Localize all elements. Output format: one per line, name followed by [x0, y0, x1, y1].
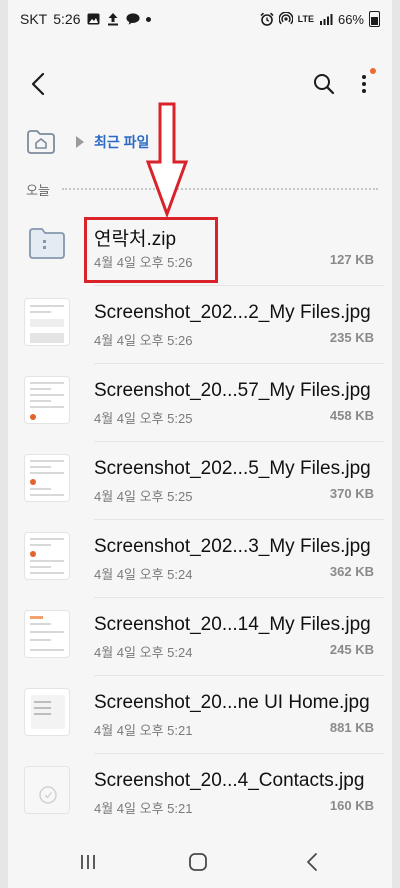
screenshot-thumbnail: [24, 610, 70, 658]
file-list: 연락처.zip 4월 4일 오후 5:26 127 KB Screenshot_…: [16, 208, 384, 832]
section-header: 오늘: [26, 180, 378, 198]
list-item[interactable]: Screenshot_202...5_My Files.jpg 4월 4일 오후…: [16, 442, 384, 520]
screenshot-thumbnail: [24, 298, 70, 346]
file-date: 4월 4일 오후 5:25: [94, 489, 193, 504]
section-divider: [61, 188, 378, 190]
breadcrumb: 최근 파일: [26, 126, 149, 158]
file-name: Screenshot_20...ne UI Home.jpg: [94, 692, 370, 713]
gallery-notification-icon: [86, 12, 100, 26]
more-vertical-icon: [362, 75, 366, 93]
breadcrumb-current[interactable]: 최근 파일: [94, 132, 149, 152]
back-arrow-icon: [307, 853, 317, 871]
home-icon: [189, 853, 207, 871]
file-size: 235 KB: [329, 330, 374, 345]
highlight-box: [84, 217, 218, 283]
screenshot-thumbnail: [24, 688, 70, 736]
file-date: 4월 4일 오후 5:25: [94, 411, 193, 426]
home-folder-button[interactable]: [26, 128, 56, 156]
alarm-icon: [260, 12, 274, 26]
search-button[interactable]: [308, 68, 340, 100]
file-size: 458 KB: [329, 408, 374, 423]
file-size: 160 KB: [329, 798, 374, 813]
hotspot-icon: [278, 12, 293, 26]
screenshot-thumbnail: [24, 532, 70, 580]
file-date: 4월 4일 오후 5:24: [94, 567, 193, 582]
file-size: 362 KB: [329, 564, 374, 579]
recent-apps-icon: [81, 855, 95, 869]
screenshot-thumbnail: [24, 454, 70, 502]
file-size: 127 KB: [329, 252, 374, 267]
signal-icon: [319, 12, 333, 26]
file-name: Screenshot_202...5_My Files.jpg: [94, 458, 371, 479]
list-item[interactable]: Screenshot_202...3_My Files.jpg 4월 4일 오후…: [16, 520, 384, 598]
file-date: 4월 4일 오후 5:21: [94, 723, 193, 738]
navigation-bar: [8, 836, 392, 888]
file-name: Screenshot_20...14_My Files.jpg: [94, 614, 371, 635]
notification-badge: [370, 68, 376, 74]
down-arrow-annotation-icon: [145, 102, 189, 219]
home-button[interactable]: [178, 848, 218, 876]
file-size: 245 KB: [329, 642, 374, 657]
file-name: Screenshot_202...2_My Files.jpg: [94, 302, 371, 323]
file-size: 370 KB: [329, 486, 374, 501]
file-name: Screenshot_202...3_My Files.jpg: [94, 536, 371, 557]
app-bar: [8, 60, 392, 108]
recent-apps-button[interactable]: [68, 848, 108, 876]
home-folder-icon: [27, 130, 55, 154]
file-name: Screenshot_20...57_My Files.jpg: [94, 380, 371, 401]
file-date: 4월 4일 오후 5:26: [94, 333, 193, 348]
screen: SKT 5:26 LTE 66% 최근 파일 오늘 연락처.zip 4월 4일 …: [8, 0, 392, 888]
search-icon: [314, 74, 335, 95]
status-bar: SKT 5:26 LTE 66%: [8, 0, 392, 38]
back-button[interactable]: [22, 68, 54, 100]
chevron-left-icon: [31, 72, 45, 96]
talk-notification-icon: [126, 12, 141, 26]
clock: 5:26: [53, 11, 81, 27]
file-name: Screenshot_20...4_Contacts.jpg: [94, 770, 365, 791]
file-size: 881 KB: [329, 720, 374, 735]
battery-percent: 66%: [337, 11, 364, 27]
file-date: 4월 4일 오후 5:24: [94, 645, 193, 660]
upload-notification-icon: [106, 12, 120, 26]
battery-icon: [369, 11, 380, 27]
list-item[interactable]: Screenshot_20...57_My Files.jpg 4월 4일 오후…: [16, 364, 384, 442]
carrier-label: SKT: [20, 11, 48, 27]
breadcrumb-separator-icon: [76, 136, 84, 148]
zip-folder-icon: [24, 220, 70, 268]
more-notifications-dot-icon: [146, 16, 152, 22]
section-label: 오늘: [26, 182, 50, 198]
network-type-label: LTE: [297, 13, 314, 24]
screenshot-thumbnail: [24, 766, 70, 814]
list-item[interactable]: Screenshot_20...4_Contacts.jpg 4월 4일 오후 …: [16, 754, 384, 832]
back-nav-button[interactable]: [292, 848, 332, 876]
file-date: 4월 4일 오후 5:21: [94, 801, 193, 816]
list-item[interactable]: Screenshot_20...14_My Files.jpg 4월 4일 오후…: [16, 598, 384, 676]
screenshot-thumbnail: [24, 376, 70, 424]
more-options-button[interactable]: [350, 68, 378, 100]
list-item[interactable]: Screenshot_202...2_My Files.jpg 4월 4일 오후…: [16, 286, 384, 364]
list-item[interactable]: Screenshot_20...ne UI Home.jpg 4월 4일 오후 …: [16, 676, 384, 754]
